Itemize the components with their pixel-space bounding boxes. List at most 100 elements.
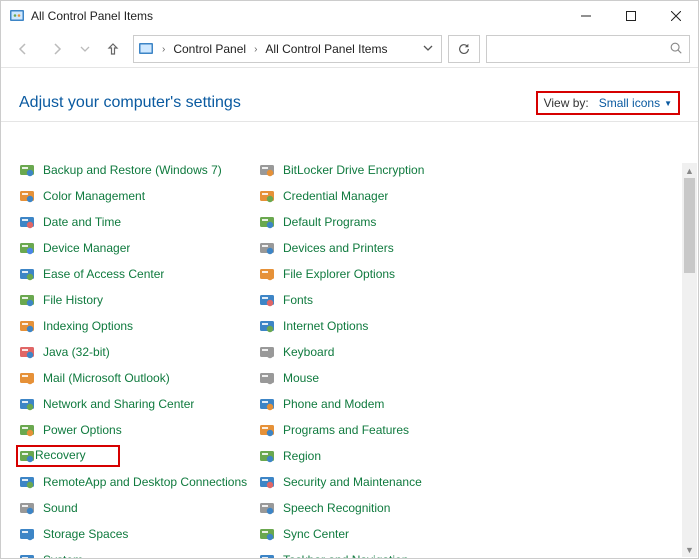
control-panel-small-icon [138, 41, 154, 57]
content-header: Adjust your computer's settings View by:… [1, 67, 698, 121]
item-date-and-time[interactable]: Date and Time [19, 209, 259, 235]
programs-and-features-icon [259, 422, 275, 438]
item-credential-manager[interactable]: Credential Manager [259, 183, 499, 209]
minimize-button[interactable] [563, 1, 608, 31]
item-label: Fonts [283, 293, 313, 307]
item-sound[interactable]: Sound [19, 495, 259, 521]
sync-center-icon [259, 526, 275, 542]
item-power-options[interactable]: Power Options [19, 417, 259, 443]
chevron-down-icon: ▼ [664, 99, 672, 108]
breadcrumb-control-panel[interactable]: Control Panel [173, 42, 246, 56]
item-devices-and-printers[interactable]: Devices and Printers [259, 235, 499, 261]
item-ease-of-access-center[interactable]: Ease of Access Center [19, 261, 259, 287]
file-explorer-options-icon [259, 266, 275, 282]
power-options-icon [19, 422, 35, 438]
forward-button[interactable] [43, 35, 71, 63]
view-by-value[interactable]: Small icons ▼ [599, 96, 672, 110]
scroll-up-button[interactable]: ▲ [682, 163, 697, 178]
item-system[interactable]: System [19, 547, 259, 558]
back-button[interactable] [9, 35, 37, 63]
item-label: Speech Recognition [283, 501, 390, 515]
content-area: Adjust your computer's settings View by:… [1, 67, 698, 558]
item-label: Indexing Options [43, 319, 133, 333]
address-bar[interactable]: › Control Panel › All Control Panel Item… [133, 35, 442, 63]
item-label: Date and Time [43, 215, 121, 229]
security-and-maintenance-icon [259, 474, 275, 490]
item-internet-options[interactable]: Internet Options [259, 313, 499, 339]
item-label: Backup and Restore (Windows 7) [43, 163, 222, 177]
item-label: Ease of Access Center [43, 267, 164, 281]
default-programs-icon [259, 214, 275, 230]
item-security-and-maintenance[interactable]: Security and Maintenance [259, 469, 499, 495]
item-taskbar-and-navigation[interactable]: Taskbar and Navigation [259, 547, 499, 558]
recent-locations-button[interactable] [77, 35, 93, 63]
item-mail-microsoft-outlook[interactable]: Mail (Microsoft Outlook) [19, 365, 259, 391]
close-button[interactable] [653, 1, 698, 31]
chevron-right-icon[interactable]: › [158, 44, 169, 55]
vertical-scrollbar[interactable]: ▲ ▼ [682, 163, 697, 557]
item-java-32-bit[interactable]: Java (32-bit) [19, 339, 259, 365]
item-label: RemoteApp and Desktop Connections [43, 475, 247, 489]
item-label: Device Manager [43, 241, 130, 255]
item-label: Sync Center [283, 527, 349, 541]
maximize-button[interactable] [608, 1, 653, 31]
item-fonts[interactable]: Fonts [259, 287, 499, 313]
up-button[interactable] [99, 35, 127, 63]
java-32-bit-icon [19, 344, 35, 360]
mouse-icon [259, 370, 275, 386]
view-by-label: View by: [544, 96, 589, 110]
speech-recognition-icon [259, 500, 275, 516]
item-remoteapp-and-desktop-connections[interactable]: RemoteApp and Desktop Connections [19, 469, 259, 495]
item-label: BitLocker Drive Encryption [283, 163, 424, 177]
refresh-button[interactable] [448, 35, 480, 63]
titlebar: All Control Panel Items [1, 1, 698, 31]
devices-and-printers-icon [259, 240, 275, 256]
item-keyboard[interactable]: Keyboard [259, 339, 499, 365]
scrollbar-thumb[interactable] [684, 178, 695, 273]
network-and-sharing-center-icon [19, 396, 35, 412]
item-indexing-options[interactable]: Indexing Options [19, 313, 259, 339]
breadcrumb-all-items[interactable]: All Control Panel Items [265, 42, 387, 56]
item-file-history[interactable]: File History [19, 287, 259, 313]
device-manager-icon [19, 240, 35, 256]
item-label: File Explorer Options [283, 267, 395, 281]
file-history-icon [19, 292, 35, 308]
item-color-management[interactable]: Color Management [19, 183, 259, 209]
scroll-down-button[interactable]: ▼ [682, 542, 697, 557]
item-programs-and-features[interactable]: Programs and Features [259, 417, 499, 443]
item-default-programs[interactable]: Default Programs [259, 209, 499, 235]
chevron-right-icon[interactable]: › [250, 44, 261, 55]
item-recovery[interactable]: Recovery [19, 443, 259, 469]
indexing-options-icon [19, 318, 35, 334]
item-label: Programs and Features [283, 423, 409, 437]
fonts-icon [259, 292, 275, 308]
system-icon [19, 552, 35, 558]
bitlocker-drive-encryption-icon [259, 163, 275, 178]
item-label: Internet Options [283, 319, 368, 333]
item-label: Keyboard [283, 345, 334, 359]
item-file-explorer-options[interactable]: File Explorer Options [259, 261, 499, 287]
search-box[interactable] [486, 35, 690, 63]
item-backup-and-restore-windows-7[interactable]: Backup and Restore (Windows 7) [19, 163, 259, 183]
item-storage-spaces[interactable]: Storage Spaces [19, 521, 259, 547]
item-network-and-sharing-center[interactable]: Network and Sharing Center [19, 391, 259, 417]
color-management-icon [19, 188, 35, 204]
item-sync-center[interactable]: Sync Center [259, 521, 499, 547]
backup-and-restore-windows-7-icon [19, 163, 35, 178]
taskbar-and-navigation-icon [259, 552, 275, 558]
item-label: Region [283, 449, 321, 463]
header-divider [1, 121, 698, 122]
item-region[interactable]: Region [259, 443, 499, 469]
view-by-selector[interactable]: View by: Small icons ▼ [536, 91, 680, 115]
item-label: Network and Sharing Center [43, 397, 194, 411]
item-mouse[interactable]: Mouse [259, 365, 499, 391]
item-bitlocker-drive-encryption[interactable]: BitLocker Drive Encryption [259, 163, 499, 183]
item-device-manager[interactable]: Device Manager [19, 235, 259, 261]
item-label: System [43, 553, 83, 558]
address-dropdown[interactable] [419, 42, 437, 56]
item-label: Security and Maintenance [283, 475, 422, 489]
page-heading: Adjust your computer's settings [19, 94, 241, 112]
item-phone-and-modem[interactable]: Phone and Modem [259, 391, 499, 417]
item-speech-recognition[interactable]: Speech Recognition [259, 495, 499, 521]
credential-manager-icon [259, 188, 275, 204]
